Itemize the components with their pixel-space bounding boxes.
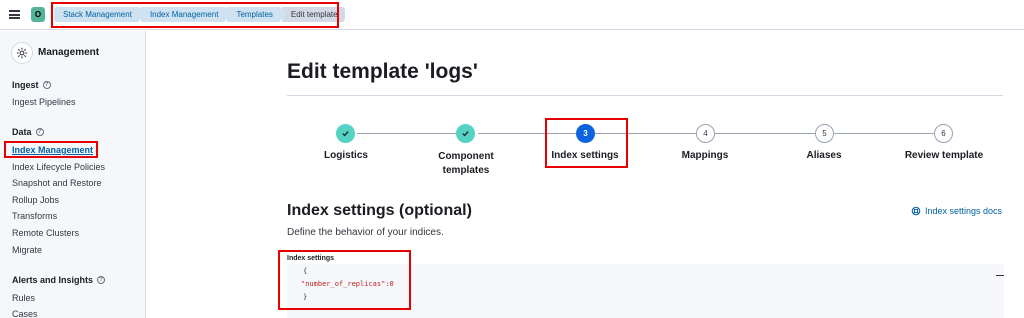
docs-icon xyxy=(911,206,921,216)
sidebar-item-index-lifecycle-policies[interactable]: Index Lifecycle Policies xyxy=(12,162,105,172)
section-title: Index settings (optional) xyxy=(287,202,472,219)
space-avatar[interactable]: O xyxy=(31,7,45,22)
step-mappings-number[interactable]: 4 xyxy=(696,124,715,143)
sidebar-item-transforms[interactable]: Transforms xyxy=(12,211,57,221)
sidebar-section-alerts-and-insights: Alerts and Insights ? xyxy=(12,275,106,285)
section-label: Data xyxy=(12,127,32,137)
editor-scroll-indicator[interactable] xyxy=(996,275,1004,276)
main-content: Edit template 'logs' Logistics Component… xyxy=(147,31,1024,318)
sidebar-item-snapshot-and-restore[interactable]: Snapshot and Restore xyxy=(12,178,102,188)
sidebar-title: Management xyxy=(38,47,100,58)
step-review-template-label[interactable]: Review template xyxy=(894,150,994,161)
divider xyxy=(287,95,1003,96)
help-icon[interactable]: ? xyxy=(97,276,106,284)
sidebar-section-ingest: Ingest ? xyxy=(12,80,51,90)
menu-icon[interactable] xyxy=(9,10,20,19)
sidebar: Management Ingest ? Ingest Pipelines Dat… xyxy=(0,31,146,318)
index-settings-docs-link[interactable]: Index settings docs xyxy=(911,206,1002,216)
sidebar-item-cases[interactable]: Cases xyxy=(12,309,38,318)
step-component-templates-label[interactable]: Component templates xyxy=(416,150,516,178)
sidebar-item-ingest-pipelines[interactable]: Ingest Pipelines xyxy=(12,97,76,107)
step-connector xyxy=(714,133,819,134)
step-aliases-label[interactable]: Aliases xyxy=(774,150,874,161)
section-label: Alerts and Insights xyxy=(12,275,94,285)
step-review-template-number[interactable]: 6 xyxy=(934,124,953,143)
sidebar-item-rollup-jobs[interactable]: Rollup Jobs xyxy=(12,195,59,205)
step-aliases-number[interactable]: 5 xyxy=(815,124,834,143)
step-logistics-check-icon[interactable] xyxy=(336,124,355,143)
section-description: Define the behavior of your indices. xyxy=(287,227,444,238)
step-logistics-label[interactable]: Logistics xyxy=(296,150,396,161)
annotation-box-index-management xyxy=(4,141,98,158)
step-mappings-label[interactable]: Mappings xyxy=(655,150,755,161)
sidebar-item-remote-clusters[interactable]: Remote Clusters xyxy=(12,228,79,238)
page-title: Edit template 'logs' xyxy=(287,60,478,83)
sidebar-section-data: Data ? xyxy=(12,127,44,137)
sidebar-item-migrate[interactable]: Migrate xyxy=(12,245,42,255)
docs-link-label: Index settings docs xyxy=(925,206,1003,216)
annotation-box-editor xyxy=(278,250,411,310)
gear-icon xyxy=(11,42,33,64)
step-connector xyxy=(833,133,938,134)
annotation-box-breadcrumb xyxy=(51,2,339,28)
section-label: Ingest xyxy=(12,80,39,90)
help-icon[interactable]: ? xyxy=(42,81,51,89)
annotation-box-index-settings-step xyxy=(545,118,628,168)
sidebar-item-rules[interactable]: Rules xyxy=(12,293,35,303)
help-icon[interactable]: ? xyxy=(35,128,44,136)
top-bar: O Stack Management Index Management Temp… xyxy=(0,0,1024,30)
step-component-templates-check-icon[interactable] xyxy=(456,124,475,143)
